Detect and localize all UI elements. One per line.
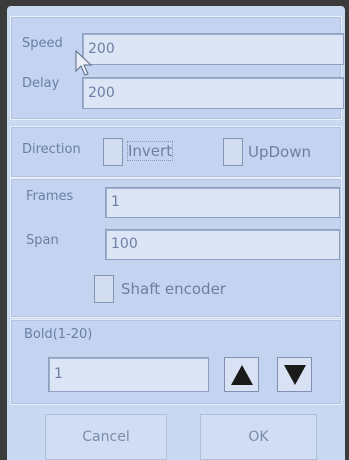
speed-label: Speed	[22, 36, 63, 51]
mouse-pointer-icon	[75, 50, 93, 76]
speed-input[interactable]: 200	[82, 33, 344, 65]
span-input[interactable]: 100	[105, 229, 340, 260]
triangle-down-icon	[283, 364, 306, 385]
shaft-encoder-label[interactable]: Shaft encoder	[121, 280, 226, 298]
bold-decrease-button[interactable]	[277, 357, 312, 392]
triangle-up-icon	[230, 364, 253, 385]
bold-increase-button[interactable]	[224, 357, 259, 392]
delay-label: Delay	[22, 76, 60, 91]
updown-checkbox[interactable]	[223, 138, 243, 166]
frames-label: Frames	[26, 189, 74, 204]
updown-label[interactable]: UpDown	[248, 143, 311, 161]
bold-label: Bold(1-20)	[24, 327, 93, 342]
invert-checkbox[interactable]	[103, 138, 123, 166]
shaft-encoder-checkbox[interactable]	[94, 275, 114, 303]
motion-panel: Speed 200 Delay 200	[10, 16, 344, 120]
ok-button[interactable]: OK	[200, 414, 317, 460]
frames-panel: Frames 1 Span 100 Shaft encoder	[10, 178, 342, 318]
span-label: Span	[26, 233, 59, 248]
direction-panel: Direction Invert UpDown	[10, 126, 342, 178]
bold-input[interactable]: 1	[48, 357, 209, 392]
settings-screen: Speed 200 Delay 200 Direction Invert UpD…	[7, 6, 345, 460]
invert-label[interactable]: Invert	[126, 141, 174, 161]
bold-panel: Bold(1-20) 1	[10, 319, 342, 405]
delay-input[interactable]: 200	[82, 77, 344, 109]
direction-label: Direction	[22, 142, 81, 157]
cancel-button[interactable]: Cancel	[45, 414, 167, 460]
frames-input[interactable]: 1	[105, 187, 340, 218]
